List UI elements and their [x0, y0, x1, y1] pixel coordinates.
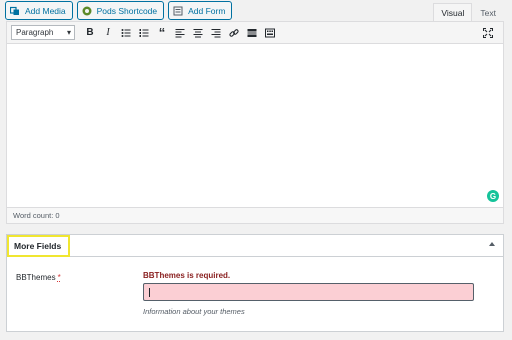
bbthemes-help-text: Information about your themes — [143, 307, 245, 316]
media-buttons-bar: Add Media Pods Shortcode Add Form — [5, 1, 233, 20]
chevron-down-icon: ▾ — [66, 28, 71, 37]
italic-icon[interactable]: I — [99, 24, 117, 42]
link-icon[interactable] — [225, 24, 243, 42]
fullscreen-icon[interactable] — [479, 24, 497, 42]
bbthemes-label: BBThemes * — [16, 273, 61, 282]
editor-tabs: Visual Text — [433, 3, 504, 22]
word-count: Word count: 0 — [13, 211, 60, 220]
metabox-title: More Fields — [7, 235, 70, 257]
editor-content-area[interactable]: G — [7, 44, 503, 207]
add-media-label: Add Media — [25, 5, 66, 16]
text-cursor — [149, 288, 150, 297]
editor-status-bar: Word count: 0 — [7, 207, 503, 223]
bbthemes-error-message: BBThemes is required. — [143, 271, 231, 280]
pods-shortcode-button[interactable]: Pods Shortcode — [76, 1, 165, 20]
read-more-icon[interactable] — [243, 24, 261, 42]
pods-icon — [82, 6, 92, 16]
collapse-arrow-icon[interactable] — [489, 242, 495, 246]
align-right-icon[interactable] — [207, 24, 225, 42]
form-icon — [173, 6, 183, 16]
metabox-header[interactable]: More Fields — [7, 235, 503, 257]
align-center-icon[interactable] — [189, 24, 207, 42]
format-select[interactable]: Paragraph ▾ — [11, 25, 75, 40]
more-fields-metabox: More Fields BBThemes * BBThemes is requir… — [6, 234, 504, 332]
tab-visual[interactable]: Visual — [433, 3, 473, 22]
required-marker: * — [57, 273, 61, 282]
bold-icon[interactable]: B — [81, 24, 99, 42]
toolbar-toggle-icon[interactable] — [261, 24, 279, 42]
media-icon — [10, 6, 20, 16]
content-editor: Paragraph ▾ B I “ G Word count: 0 — [6, 21, 504, 224]
editor-toolbar: Paragraph ▾ B I “ — [7, 22, 503, 44]
add-media-button[interactable]: Add Media — [5, 1, 73, 20]
tab-text[interactable]: Text — [472, 3, 504, 22]
blockquote-icon[interactable]: “ — [153, 24, 171, 42]
add-form-button[interactable]: Add Form — [168, 1, 233, 20]
bbthemes-input[interactable] — [143, 283, 474, 301]
numbered-list-icon[interactable] — [135, 24, 153, 42]
bbthemes-label-text: BBThemes — [16, 273, 56, 282]
add-form-label: Add Form — [188, 5, 226, 16]
pods-shortcode-label: Pods Shortcode — [96, 5, 158, 16]
format-select-value: Paragraph — [16, 28, 54, 37]
align-left-icon[interactable] — [171, 24, 189, 42]
grammarly-icon[interactable]: G — [487, 190, 499, 202]
bullet-list-icon[interactable] — [117, 24, 135, 42]
